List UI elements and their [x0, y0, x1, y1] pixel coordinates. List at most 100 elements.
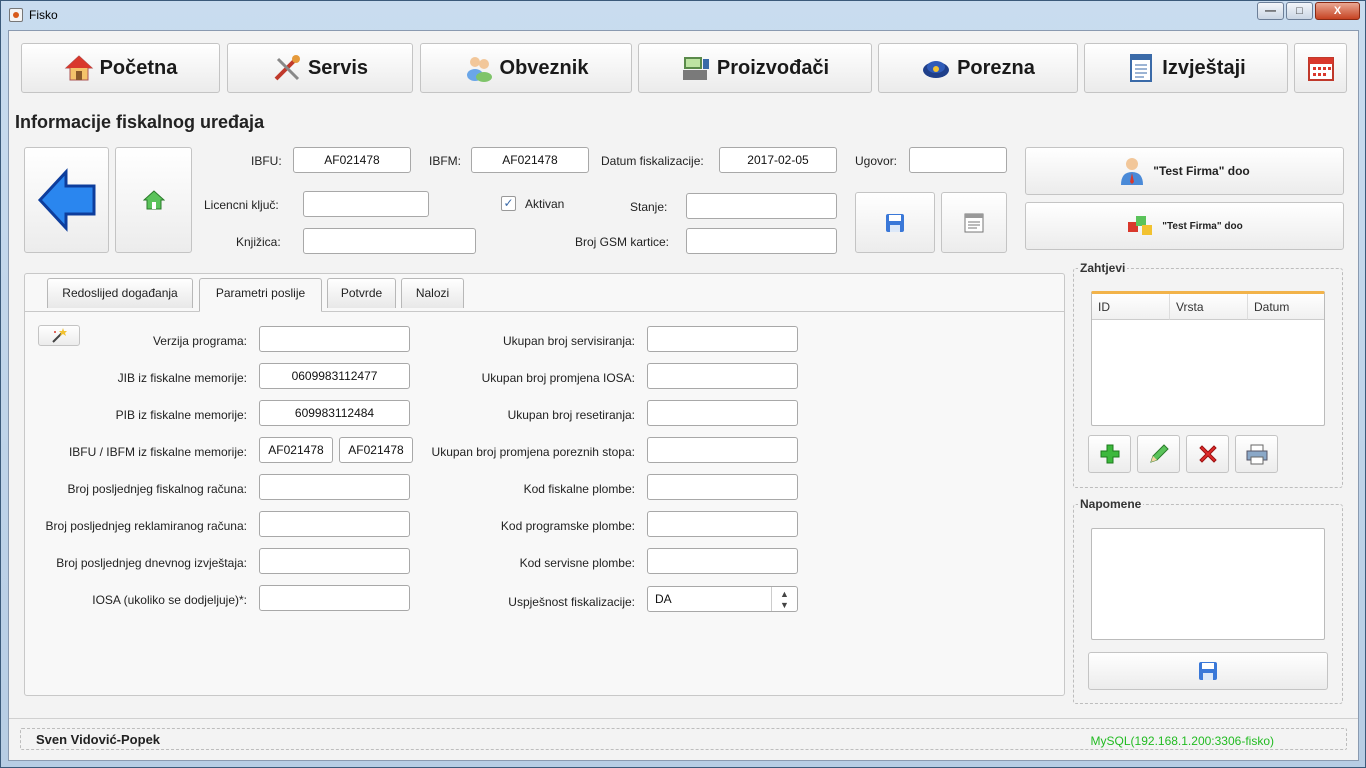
nav-pocetna-button[interactable]: Početna	[21, 43, 220, 93]
kod-servisne-plombe-input[interactable]	[647, 548, 798, 574]
cubes-icon	[1128, 216, 1153, 235]
broj-promjena-iosa-label: Ukupan broj promjena IOSA:	[481, 371, 635, 385]
ibfm-input[interactable]: AF021478	[471, 147, 589, 173]
back-button[interactable]	[24, 147, 109, 253]
ugovor-input[interactable]	[909, 147, 1007, 173]
save-napomene-button[interactable]	[1088, 652, 1328, 690]
uspjesnost-fiskalizacije-label: Uspješnost fiskalizacije:	[508, 595, 635, 609]
nav-proizvodaci-label: Proizvođači	[716, 56, 830, 79]
person-icon	[1121, 158, 1144, 185]
ibfu-input[interactable]: AF021478	[293, 147, 411, 173]
aktivan-checkbox[interactable]: ✓	[501, 196, 516, 211]
licencni-kljuc-label: Licencni ključ:	[204, 198, 279, 212]
nav-servis-label: Servis	[307, 56, 369, 79]
broj-dnevnog-izvjestaja-input[interactable]	[259, 548, 410, 574]
title-bar: Fisko — □ X	[1, 1, 1365, 29]
home-icon	[142, 190, 165, 210]
verzija-programa-input[interactable]	[259, 326, 410, 352]
database-connection: MySQL(192.168.1.200:3306-fisko)	[1090, 734, 1274, 748]
licencni-kljuc-input[interactable]	[303, 191, 429, 217]
broj-promjena-iosa-input[interactable]	[647, 363, 798, 389]
aktivan-label: Aktivan	[525, 197, 565, 211]
calendar-icon	[1307, 57, 1334, 81]
nav-obveznik-label: Obveznik	[499, 56, 589, 79]
kod-fiskalne-plombe-input[interactable]	[647, 474, 798, 500]
nav-porezna-button[interactable]: Porezna	[878, 43, 1078, 93]
police-cap-icon	[923, 61, 950, 78]
tab-panel: Redoslijed događanja Parametri poslije P…	[24, 273, 1065, 696]
maximize-button[interactable]: □	[1286, 2, 1313, 20]
page-title: Informacije fiskalnog uređaja	[15, 112, 265, 132]
ibfm-label: IBFM:	[429, 154, 461, 168]
proizvodac-firm-button[interactable]: "Test Firma" doo	[1025, 202, 1344, 250]
status-bar: Sven Vidović-Popek MySQL(192.168.1.200:3…	[20, 728, 1347, 750]
save-device-button[interactable]	[855, 192, 935, 253]
kod-programske-plombe-input[interactable]	[647, 511, 798, 537]
back-arrow-icon	[37, 168, 95, 232]
delete-x-icon	[1198, 445, 1217, 463]
zahtjevi-title: Zahtjevi	[1078, 261, 1128, 275]
nav-proizvodaci-button[interactable]: Proizvođači	[638, 43, 872, 93]
napomene-group: Napomene	[1073, 497, 1343, 704]
column-header-datum[interactable]: Datum	[1248, 294, 1324, 320]
user-name: Sven Vidović-Popek	[36, 732, 161, 747]
window-title: Fisko	[29, 8, 58, 22]
plus-icon	[1100, 444, 1119, 464]
printer-icon	[1246, 444, 1267, 465]
kod-servisne-plombe-label: Kod servisne plombe:	[519, 556, 635, 570]
jib-input[interactable]: 0609983112477	[259, 363, 410, 389]
delete-zahtjev-button[interactable]	[1186, 435, 1229, 473]
broj-gsm-label: Broj GSM kartice:	[575, 235, 670, 249]
minimize-button[interactable]: —	[1257, 2, 1284, 20]
nav-izvjestaji-button[interactable]: Izvještaji	[1084, 43, 1288, 93]
broj-reklamiranog-racuna-input[interactable]	[259, 511, 410, 537]
datum-fiskalizacije-input[interactable]: 2017-02-05	[719, 147, 837, 173]
tab-redoslijed-dogadanja[interactable]: Redoslijed događanja	[47, 278, 193, 308]
pencil-icon	[1149, 444, 1169, 463]
stanje-input[interactable]	[686, 193, 837, 219]
obveznik-firm-button[interactable]: "Test Firma" doo	[1025, 147, 1344, 195]
tab-nalozi[interactable]: Nalozi	[401, 278, 464, 308]
proizvodac-firm-label: "Test Firma" doo	[1162, 220, 1243, 232]
floppy-disk-icon	[886, 213, 904, 232]
jib-label: JIB iz fiskalne memorije:	[117, 371, 247, 385]
iosa-input[interactable]	[259, 585, 410, 611]
add-zahtjev-button[interactable]	[1088, 435, 1131, 473]
close-button[interactable]: X	[1315, 2, 1360, 20]
ibfu-memorija-input[interactable]: AF021478	[259, 437, 333, 463]
broj-servisiranja-label: Ukupan broj servisiranja:	[502, 334, 635, 348]
broj-servisiranja-input[interactable]	[647, 326, 798, 352]
cash-register-icon	[682, 57, 709, 80]
nav-porezna-label: Porezna	[957, 56, 1035, 79]
column-header-vrsta[interactable]: Vrsta	[1170, 294, 1248, 320]
document-icon	[964, 213, 984, 232]
spinner-arrows-icon[interactable]: ▲ ▼	[771, 587, 797, 611]
broj-fiskalnog-racuna-input[interactable]	[259, 474, 410, 500]
nav-obveznik-button[interactable]: Obveznik	[420, 43, 632, 93]
tab-potvrde[interactable]: Potvrde	[327, 278, 396, 308]
tab-parametri-poslije[interactable]: Parametri poslije	[199, 278, 322, 312]
napomene-textarea[interactable]	[1091, 528, 1325, 640]
print-zahtjev-button[interactable]	[1235, 435, 1278, 473]
datum-fiskalizacije-label: Datum fiskalizacije:	[601, 154, 704, 168]
nav-pocetna-label: Početna	[99, 56, 178, 79]
home-button[interactable]	[115, 147, 192, 253]
floppy-disk-icon	[1199, 662, 1217, 680]
broj-gsm-input[interactable]	[686, 228, 837, 254]
document-button[interactable]	[941, 192, 1007, 253]
column-header-id[interactable]: ID	[1092, 294, 1170, 320]
pib-input[interactable]: 609983112484	[259, 400, 410, 426]
ibfm-memorija-input[interactable]: AF021478	[339, 437, 413, 463]
application-window: Fisko — □ X Početna Servis Obveznik Proi…	[0, 0, 1366, 768]
broj-resetiranja-input[interactable]	[647, 400, 798, 426]
java-app-icon	[9, 8, 23, 22]
edit-zahtjev-button[interactable]	[1137, 435, 1180, 473]
broj-promjena-stopa-input[interactable]	[647, 437, 798, 463]
ugovor-label: Ugovor:	[855, 154, 898, 168]
knjizica-input[interactable]	[303, 228, 476, 254]
kod-programske-plombe-label: Kod programske plombe:	[500, 519, 635, 533]
uspjesnost-fiskalizacije-select[interactable]: DA ▲ ▼	[647, 586, 798, 612]
nav-servis-button[interactable]: Servis	[227, 43, 413, 93]
ibfu-label: IBFU:	[251, 154, 282, 168]
nav-calendar-button[interactable]	[1294, 43, 1347, 93]
